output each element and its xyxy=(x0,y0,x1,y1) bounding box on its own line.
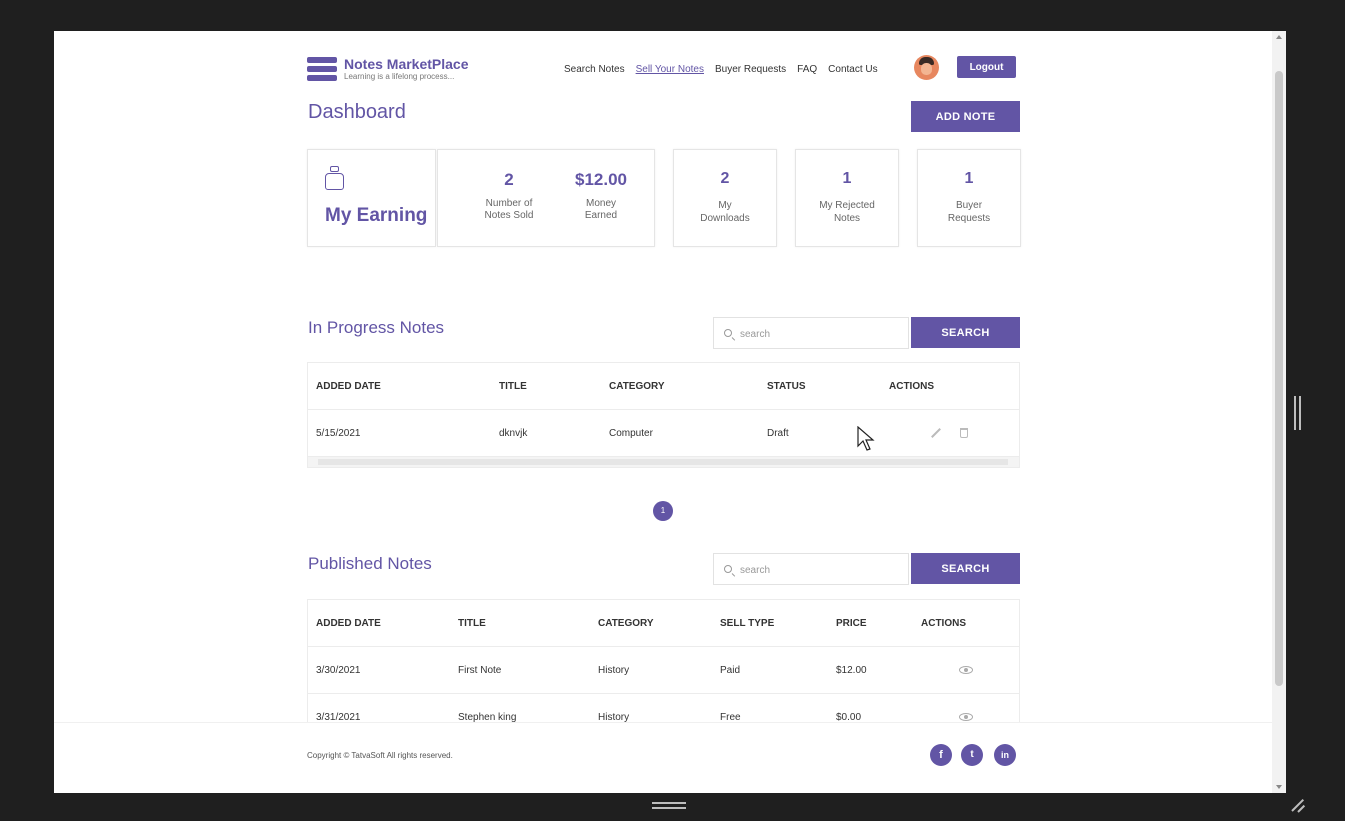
nav-search-notes[interactable]: Search Notes xyxy=(564,64,625,75)
col-actions: ACTIONS xyxy=(921,618,966,629)
search-icon xyxy=(724,329,732,337)
cell-sell-type: Paid xyxy=(720,665,741,676)
money-earned-stat: $12.00 Money Earned xyxy=(556,170,646,222)
window-resize-grip-icon[interactable] xyxy=(1290,796,1308,814)
table-header-row: ADDED DATE TITLE CATEGORY SELL TYPE PRIC… xyxy=(308,600,1019,647)
money-earned-label: Money Earned xyxy=(584,198,618,221)
in-progress-search-field xyxy=(713,317,909,349)
table-horizontal-scrollbar[interactable] xyxy=(308,457,1019,467)
eye-icon[interactable] xyxy=(959,713,973,721)
table-header-row: ADDED DATE TITLE CATEGORY STATUS ACTIONS xyxy=(308,363,1019,410)
published-search-button[interactable]: SEARCH xyxy=(911,553,1020,584)
eye-icon[interactable] xyxy=(959,666,973,674)
col-title[interactable]: TITLE xyxy=(499,381,527,392)
published-table: ADDED DATE TITLE CATEGORY SELL TYPE PRIC… xyxy=(307,599,1020,742)
cell-price: $12.00 xyxy=(836,665,867,676)
downloads-value: 2 xyxy=(720,170,730,187)
published-search-field xyxy=(713,553,909,585)
twitter-icon[interactable]: t xyxy=(961,744,983,766)
col-category[interactable]: CATEGORY xyxy=(609,381,665,392)
bottom-resize-handle[interactable] xyxy=(652,802,686,810)
logout-button[interactable]: Logout xyxy=(957,56,1016,78)
brand-title: Notes MarketPlace xyxy=(344,55,469,72)
search-icon xyxy=(724,565,732,573)
facebook-icon[interactable]: f xyxy=(930,744,952,766)
published-search-input[interactable] xyxy=(740,560,900,580)
rejected-notes-card[interactable]: 1 My Rejected Notes xyxy=(795,149,899,247)
in-progress-title: In Progress Notes xyxy=(308,318,445,337)
add-note-button[interactable]: ADD NOTE xyxy=(911,101,1020,132)
table-row: 5/15/2021 dknvjk Computer Draft xyxy=(308,410,1019,457)
nav-contact-us[interactable]: Contact Us xyxy=(828,64,877,75)
scroll-up-icon[interactable] xyxy=(1276,35,1282,39)
notes-sold-label: Number of Notes Sold xyxy=(484,198,534,221)
nav-faq[interactable]: FAQ xyxy=(797,64,817,75)
cell-status: Draft xyxy=(767,428,789,439)
rejected-value: 1 xyxy=(842,170,852,187)
notes-sold-stat: 2 Number of Notes Sold xyxy=(464,170,554,222)
in-progress-search-input[interactable] xyxy=(740,324,900,344)
rejected-label: My Rejected Notes xyxy=(819,200,875,224)
col-price[interactable]: PRICE xyxy=(836,618,867,629)
linkedin-icon[interactable]: in xyxy=(994,744,1016,766)
in-progress-table: ADDED DATE TITLE CATEGORY STATUS ACTIONS… xyxy=(307,362,1020,468)
published-title: Published Notes xyxy=(308,554,432,573)
cell-category: History xyxy=(598,665,630,676)
col-title[interactable]: TITLE xyxy=(458,618,486,629)
money-bag-icon xyxy=(324,166,346,192)
avatar[interactable] xyxy=(914,55,939,80)
col-sell-type[interactable]: SELL TYPE xyxy=(720,618,774,629)
brand-tagline: Learning is a lifelong process... xyxy=(344,71,455,81)
cell-title: First Note xyxy=(458,665,502,676)
money-earned-value: $12.00 xyxy=(575,170,627,189)
cell-date: 5/15/2021 xyxy=(316,428,361,439)
main-nav: Search Notes Sell Your Notes Buyer Reque… xyxy=(564,64,889,75)
scroll-down-icon[interactable] xyxy=(1276,785,1282,789)
notes-sold-value: 2 xyxy=(504,170,514,189)
trash-icon[interactable] xyxy=(960,428,968,438)
col-added-date[interactable]: ADDED DATE xyxy=(316,618,381,629)
site-footer: Copyright © TatvaSoft All rights reserve… xyxy=(54,722,1272,793)
brand-logo[interactable]: Notes MarketPlace Learning is a lifelong… xyxy=(307,55,469,83)
page-vertical-scrollbar[interactable] xyxy=(1272,31,1286,793)
cell-date: 3/30/2021 xyxy=(316,665,361,676)
site-header: Notes MarketPlace Learning is a lifelong… xyxy=(54,31,1272,95)
my-earning-label: My Earning xyxy=(325,205,428,226)
cell-category: Computer xyxy=(609,428,653,439)
in-progress-search-button[interactable]: SEARCH xyxy=(911,317,1020,348)
my-downloads-card[interactable]: 2 My Downloads xyxy=(673,149,777,247)
side-resize-handle[interactable] xyxy=(1294,396,1302,430)
downloads-label: My Downloads xyxy=(700,200,750,224)
dashboard-title: Dashboard xyxy=(308,101,406,123)
nav-buyer-requests[interactable]: Buyer Requests xyxy=(715,64,786,75)
mouse-cursor-icon xyxy=(857,426,875,451)
logo-icon xyxy=(307,55,337,83)
copyright-text: Copyright © TatvaSoft All rights reserve… xyxy=(307,751,453,760)
scrollbar-thumb[interactable] xyxy=(1275,71,1283,686)
col-status[interactable]: STATUS xyxy=(767,381,806,392)
my-earning-card: My Earning xyxy=(307,149,436,247)
nav-sell-your-notes[interactable]: Sell Your Notes xyxy=(636,64,704,75)
cell-title: dknvjk xyxy=(499,428,528,439)
col-added-date[interactable]: ADDED DATE xyxy=(316,381,381,392)
earnings-stats-card: 2 Number of Notes Sold $12.00 Money Earn… xyxy=(437,149,655,247)
browser-viewport: Notes MarketPlace Learning is a lifelong… xyxy=(54,31,1286,793)
buyer-requests-card[interactable]: 1 Buyer Requests xyxy=(917,149,1021,247)
table-row: 3/30/2021 First Note History Paid $12.00 xyxy=(308,647,1019,694)
col-category[interactable]: CATEGORY xyxy=(598,618,654,629)
pagination-page-1[interactable]: 1 xyxy=(653,501,673,521)
buyer-requests-value: 1 xyxy=(964,170,974,187)
buyer-requests-label: Buyer Requests xyxy=(947,200,991,224)
pencil-icon[interactable] xyxy=(931,428,941,438)
col-actions: ACTIONS xyxy=(889,381,934,392)
